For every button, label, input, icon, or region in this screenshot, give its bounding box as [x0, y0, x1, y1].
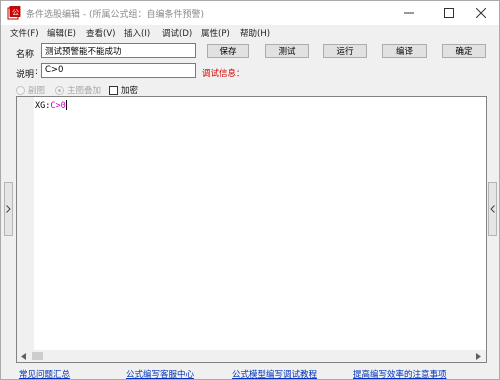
chevron-right-icon: [6, 205, 11, 213]
maximize-button[interactable]: [431, 1, 467, 25]
formula-service-link[interactable]: 公式编写客服中心: [126, 368, 194, 380]
desc-label: 说明: [16, 70, 35, 80]
menu-file[interactable]: 文件(F): [10, 27, 39, 39]
test-button[interactable]: 测试: [265, 44, 309, 58]
right-panel-toggle[interactable]: [488, 182, 497, 236]
save-button[interactable]: 保存: [207, 44, 249, 58]
scroll-left-arrow[interactable]: [17, 350, 31, 362]
main-overlay-radio-circle: [55, 85, 64, 95]
desc-colon: :: [35, 67, 39, 77]
title-bar: 公 条件选股编辑 - (所属公式组：自编条件预警): [1, 1, 499, 25]
left-panel-toggle[interactable]: [4, 182, 13, 236]
menu-help[interactable]: 帮助(H): [240, 27, 270, 39]
text-caret: [65, 100, 67, 110]
code-line[interactable]: XG:C>0: [35, 100, 67, 111]
maximize-icon: [444, 8, 454, 18]
code-expression: C>0: [50, 101, 66, 111]
name-field[interactable]: 测试预警能不能成功: [41, 43, 196, 58]
minimize-button[interactable]: [391, 1, 427, 25]
code-prefix: XG:: [35, 101, 51, 111]
faq-link[interactable]: 常见问题汇总: [19, 368, 70, 380]
chevron-left-icon: [490, 205, 495, 213]
main-overlay-label: 主图叠加: [67, 86, 102, 96]
ok-button[interactable]: 确定: [442, 44, 486, 58]
menu-debug[interactable]: 调试(D): [162, 27, 192, 39]
editor-gutter: [17, 97, 34, 350]
encrypt-label: 加密: [121, 86, 139, 96]
subchart-radio-circle: [16, 85, 25, 95]
menu-edit[interactable]: 编辑(E): [47, 27, 76, 39]
menu-insert[interactable]: 插入(I): [124, 27, 150, 39]
name-label: 名称: [16, 50, 35, 60]
encrypt-checkbox-box[interactable]: [109, 85, 118, 95]
run-button[interactable]: 运行: [323, 44, 367, 58]
scroll-left-icon: [21, 352, 26, 360]
tutorial-link[interactable]: 公式模型编写调试教程: [232, 368, 317, 380]
formula-editor-window: 公 条件选股编辑 - (所属公式组：自编条件预警) 文件(F) 编辑(E) 查看…: [0, 0, 500, 380]
encrypt-checkbox[interactable]: 加密: [109, 84, 138, 96]
app-icon: 公: [7, 6, 21, 20]
menu-bar: 文件(F) 编辑(E) 查看(V) 插入(I) 调试(D) 属性(P) 帮助(H…: [1, 25, 499, 41]
menu-properties[interactable]: 属性(P): [201, 27, 230, 39]
close-button[interactable]: [463, 1, 499, 25]
horizontal-scrollbar[interactable]: [17, 350, 486, 362]
close-icon: [476, 8, 486, 18]
code-editor[interactable]: XG:C>0: [16, 96, 487, 363]
menu-view[interactable]: 查看(V): [86, 27, 115, 39]
svg-text:公: 公: [12, 9, 19, 17]
scroll-right-arrow[interactable]: [472, 350, 486, 362]
scroll-right-icon: [476, 352, 481, 360]
compile-button[interactable]: 编译: [382, 44, 427, 58]
window-title: 条件选股编辑 - (所属公式组：自编条件预警): [26, 10, 204, 20]
main-overlay-radio: 主图叠加: [55, 84, 101, 96]
subchart-radio: 副图: [16, 84, 45, 96]
debug-info-label: 调试信息：: [202, 69, 245, 79]
scroll-thumb[interactable]: [32, 352, 43, 360]
efficiency-tips-link[interactable]: 提高编写效率的注意事项: [353, 368, 447, 380]
subchart-label: 副图: [28, 86, 46, 96]
minimize-icon: [404, 12, 414, 14]
description-field[interactable]: C>0: [41, 63, 196, 78]
